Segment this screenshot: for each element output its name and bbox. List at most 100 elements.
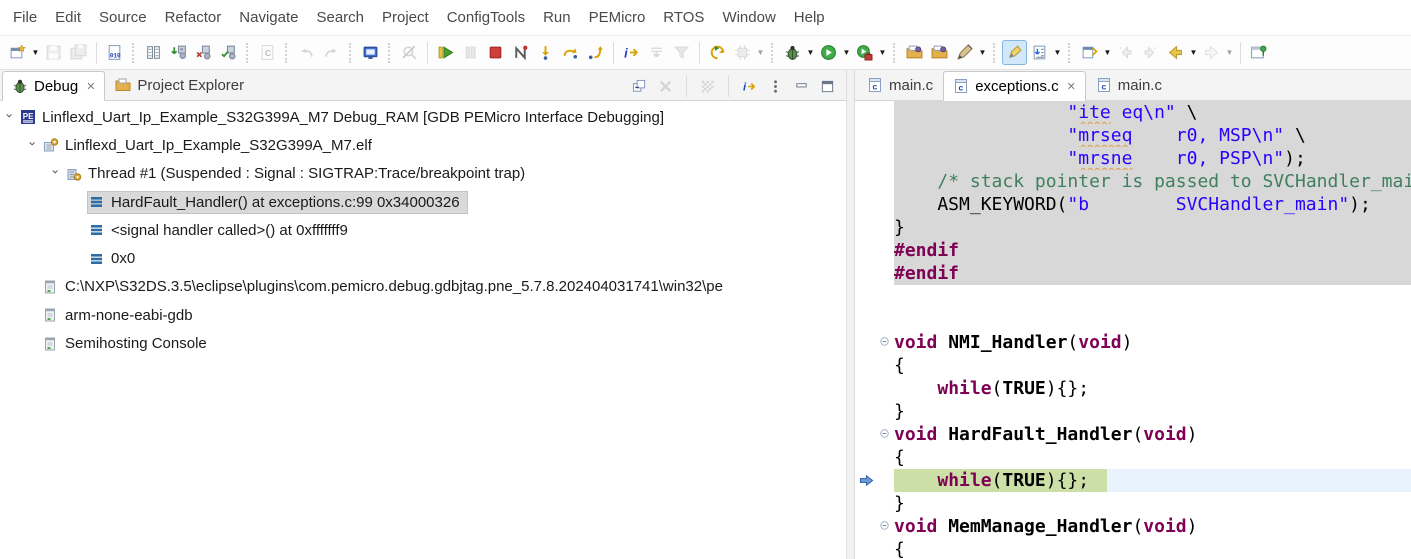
annotation-ruler-cell[interactable] bbox=[855, 377, 877, 400]
back-button[interactable] bbox=[1163, 40, 1188, 65]
run-configurations-button-dropdown[interactable]: ▼ bbox=[877, 40, 888, 65]
code-line-text[interactable]: void NMI_Handler(void) bbox=[894, 331, 1411, 354]
run-button[interactable] bbox=[816, 40, 841, 65]
annotation-ruler-cell[interactable] bbox=[855, 538, 877, 559]
flash-download-button[interactable] bbox=[166, 40, 191, 65]
code-line-text[interactable]: ASM_KEYWORD("b SVCHandler_main"); bbox=[894, 193, 1411, 216]
collapse-all-button[interactable] bbox=[629, 76, 650, 97]
tree-item[interactable]: PE Linflexd_Uart_Ip_Example_S32G399A_M7 D… bbox=[18, 106, 672, 129]
suspend-button[interactable] bbox=[458, 40, 483, 65]
tree-item[interactable]: HardFault_Handler() at exceptions.c:99 0… bbox=[87, 190, 468, 214]
annotation-ruler-cell[interactable] bbox=[855, 331, 877, 354]
disconnect-button[interactable] bbox=[508, 40, 533, 65]
minimize-button[interactable] bbox=[791, 76, 812, 97]
remove-all-terminated-button[interactable] bbox=[655, 76, 676, 97]
code-line[interactable]: "ite eq\n" \ bbox=[855, 101, 1411, 124]
debug-launch-tree[interactable]: PE Linflexd_Uart_Ip_Example_S32G399A_M7 D… bbox=[0, 101, 846, 559]
tab-main-c-1[interactable]: c main.c bbox=[857, 70, 943, 100]
tree-row[interactable]: Semihosting Console bbox=[0, 329, 846, 357]
menu-navigate[interactable]: Navigate bbox=[230, 9, 307, 26]
menu-rtos[interactable]: RTOS bbox=[654, 9, 713, 26]
previous-annotation-button[interactable]: * bbox=[1113, 40, 1138, 65]
multicore-button-dropdown[interactable]: ▼ bbox=[755, 40, 766, 65]
tree-item[interactable]: Thread #1 (Suspended : Signal : SIGTRAP:… bbox=[64, 162, 533, 185]
pin-editor-button[interactable] bbox=[1246, 40, 1271, 65]
menu-edit[interactable]: Edit bbox=[46, 9, 90, 26]
code-line-text[interactable]: } bbox=[894, 216, 1411, 239]
code-line-text[interactable]: "mrseq r0, MSP\n" \ bbox=[894, 124, 1411, 147]
last-edit-location-button-dropdown[interactable]: ▼ bbox=[1102, 40, 1113, 65]
code-line[interactable]: "mrsne r0, PSP\n"); bbox=[855, 147, 1411, 170]
code-line-text[interactable]: void MemManage_Handler(void) bbox=[894, 515, 1411, 538]
mark-occurrences-button[interactable] bbox=[1002, 40, 1027, 65]
menu-help[interactable]: Help bbox=[785, 9, 834, 26]
menu-search[interactable]: Search bbox=[307, 9, 373, 26]
save-console-log-button-dropdown[interactable]: ▼ bbox=[1052, 40, 1063, 65]
console-button[interactable] bbox=[358, 40, 383, 65]
code-line-text[interactable]: /* stack pointer is passed to SVCHandler… bbox=[894, 170, 1411, 193]
code-line[interactable] bbox=[855, 285, 1411, 308]
annotation-ruler-cell[interactable] bbox=[855, 354, 877, 377]
annotation-ruler-cell[interactable] bbox=[855, 124, 877, 147]
tree-item[interactable]: C:\NXP\S32DS.3.5\eclipse\plugins\com.pem… bbox=[41, 275, 731, 298]
save-console-log-button[interactable] bbox=[1027, 40, 1052, 65]
code-line[interactable]: /* stack pointer is passed to SVCHandler… bbox=[855, 170, 1411, 193]
annotation-ruler-cell[interactable] bbox=[855, 147, 877, 170]
open-project-button[interactable] bbox=[902, 40, 927, 65]
code-line[interactable]: { bbox=[855, 446, 1411, 469]
tree-item[interactable]: 0x0 bbox=[87, 247, 143, 270]
code-line[interactable]: while(TRUE){}; bbox=[855, 377, 1411, 400]
code-editor[interactable]: "ite eq\n" \ "mrseq r0, MSP\n" \ "mrsne … bbox=[855, 101, 1411, 559]
annotation-ruler-cell[interactable] bbox=[855, 308, 877, 331]
chevron-down-icon[interactable] bbox=[48, 166, 64, 182]
flash-erase-button[interactable] bbox=[191, 40, 216, 65]
annotation-ruler-cell[interactable] bbox=[855, 446, 877, 469]
debug-button-dropdown[interactable]: ▼ bbox=[805, 40, 816, 65]
next-annotation-button[interactable]: * bbox=[1138, 40, 1163, 65]
menu-configtools[interactable]: ConfigTools bbox=[438, 9, 534, 26]
tree-item[interactable]: Linflexd_Uart_Ip_Example_S32G399A_M7.elf bbox=[41, 134, 380, 157]
code-line[interactable] bbox=[855, 308, 1411, 331]
tree-item[interactable]: <signal handler called>() at 0xfffffff9 bbox=[87, 219, 356, 242]
tab-project-explorer[interactable]: Project Explorer bbox=[105, 70, 254, 100]
memory-view-button[interactable] bbox=[141, 40, 166, 65]
c-file-button[interactable]: C bbox=[255, 40, 280, 65]
code-line-text[interactable]: "mrsne r0, PSP\n"); bbox=[894, 147, 1411, 170]
tree-item[interactable]: arm-none-eabi-gdb bbox=[41, 304, 201, 327]
save-button[interactable] bbox=[41, 40, 66, 65]
annotation-ruler-cell[interactable] bbox=[855, 193, 877, 216]
code-line-text[interactable]: { bbox=[894, 538, 1411, 559]
code-line-text[interactable]: { bbox=[894, 446, 1411, 469]
code-line[interactable]: void NMI_Handler(void) bbox=[855, 331, 1411, 354]
multicore-button[interactable] bbox=[730, 40, 755, 65]
code-line-text[interactable]: #endif bbox=[894, 262, 1411, 285]
fold-collapse-icon[interactable] bbox=[877, 423, 894, 446]
fold-collapse-icon[interactable] bbox=[877, 515, 894, 538]
run-button-dropdown[interactable]: ▼ bbox=[841, 40, 852, 65]
view-menu-button[interactable] bbox=[765, 76, 786, 97]
code-line-text[interactable]: #endif bbox=[894, 239, 1411, 262]
tree-row[interactable]: C:\NXP\S32DS.3.5\eclipse\plugins\com.pem… bbox=[0, 273, 846, 301]
code-line[interactable]: } bbox=[855, 400, 1411, 423]
tab-main-c-2[interactable]: c main.c bbox=[1086, 70, 1172, 100]
code-line[interactable]: while(TRUE){}; bbox=[855, 469, 1411, 492]
code-line[interactable]: void MemManage_Handler(void) bbox=[855, 515, 1411, 538]
code-line[interactable]: } bbox=[855, 216, 1411, 239]
annotation-ruler-cell[interactable] bbox=[855, 285, 877, 308]
flash-verify-button[interactable] bbox=[216, 40, 241, 65]
code-line-text[interactable]: "ite eq\n" \ bbox=[894, 101, 1411, 124]
code-line-text[interactable] bbox=[894, 308, 1411, 331]
annotation-ruler-cell[interactable] bbox=[855, 101, 877, 124]
code-line[interactable]: #endif bbox=[855, 262, 1411, 285]
code-line-text[interactable]: void HardFault_Handler(void) bbox=[894, 423, 1411, 446]
save-all-button[interactable] bbox=[66, 40, 91, 65]
menu-window[interactable]: Window bbox=[713, 9, 784, 26]
tab-debug[interactable]: Debug ✕ bbox=[2, 71, 106, 101]
external-tools-button-dropdown[interactable]: ▼ bbox=[977, 40, 988, 65]
code-line-text[interactable] bbox=[894, 285, 1411, 308]
code-line[interactable]: } bbox=[855, 492, 1411, 515]
tree-row[interactable]: HardFault_Handler() at exceptions.c:99 0… bbox=[0, 188, 846, 216]
instruction-stepping-button[interactable]: i bbox=[619, 40, 644, 65]
code-line[interactable]: { bbox=[855, 354, 1411, 377]
code-line[interactable]: "mrseq r0, MSP\n" \ bbox=[855, 124, 1411, 147]
